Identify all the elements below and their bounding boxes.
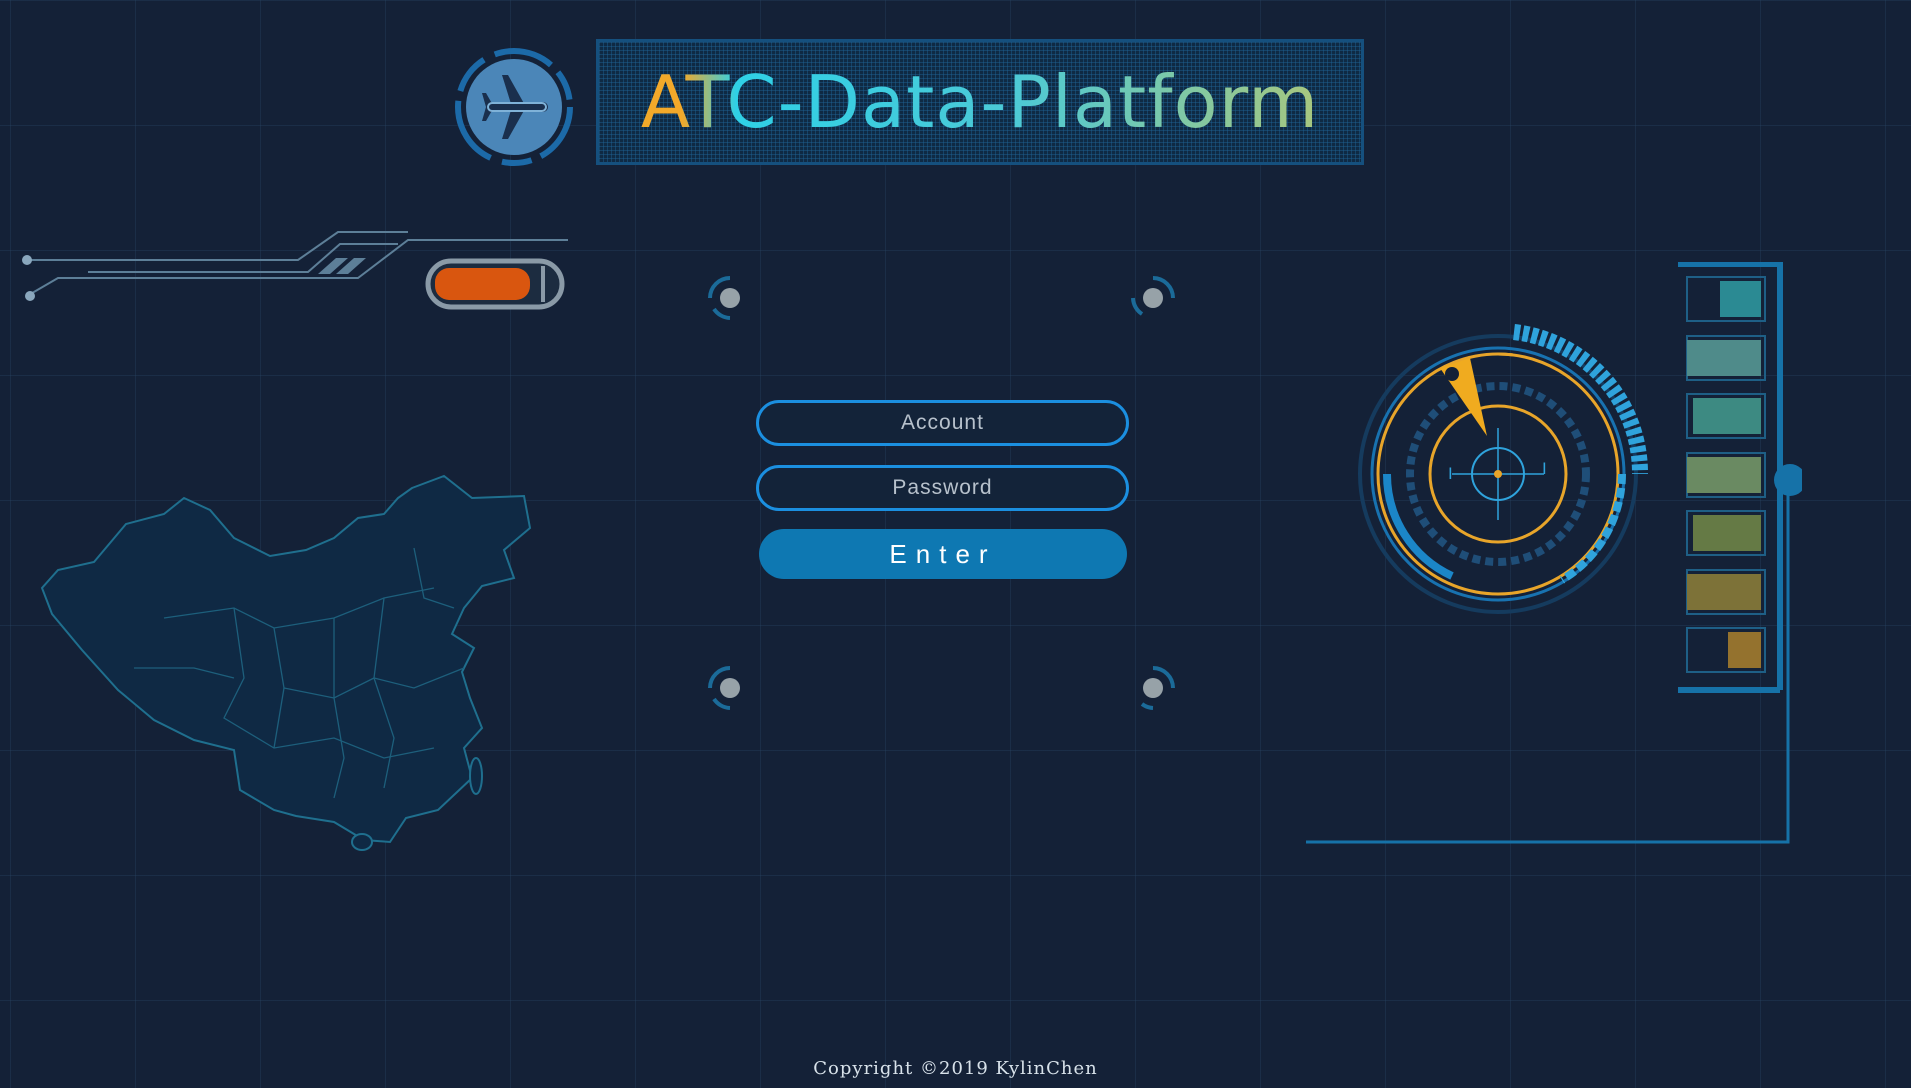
- china-map: [40, 474, 532, 851]
- level-bar-fill: [1728, 632, 1761, 668]
- level-bar: [1686, 276, 1766, 322]
- battery-icon: [425, 258, 565, 310]
- level-bar: [1686, 334, 1766, 381]
- corner-marker-bottom-right: [1140, 666, 1175, 710]
- enter-button[interactable]: Enter: [759, 529, 1127, 579]
- corner-marker-bottom-left: [708, 666, 740, 710]
- level-bar: [1686, 568, 1766, 615]
- level-bar-fill: [1720, 281, 1761, 317]
- level-bar-fill: [1687, 456, 1761, 493]
- level-bar: [1686, 510, 1766, 556]
- title-banner: ATC-Data-Platform: [596, 39, 1364, 165]
- level-bar-fill: [1687, 573, 1761, 610]
- account-input[interactable]: [756, 400, 1129, 446]
- page-title: ATC-Data-Platform: [640, 60, 1320, 144]
- level-bar-fill: [1687, 339, 1761, 376]
- level-bar: [1686, 393, 1766, 439]
- level-bar-fill: [1693, 398, 1761, 434]
- login-page: ATC-Data-Platform Account Enter I I Copy…: [0, 0, 1911, 1088]
- airplane-icon: [455, 48, 573, 166]
- level-bar-fill: [1693, 515, 1761, 551]
- level-bar: [1686, 451, 1766, 498]
- corner-marker-top-left: [708, 276, 740, 320]
- level-bar: [1686, 627, 1766, 673]
- corner-marker-top-right: [1131, 276, 1175, 316]
- password-input[interactable]: [756, 465, 1129, 511]
- copyright-text: Copyright ©2019 KylinChen: [813, 1058, 1098, 1079]
